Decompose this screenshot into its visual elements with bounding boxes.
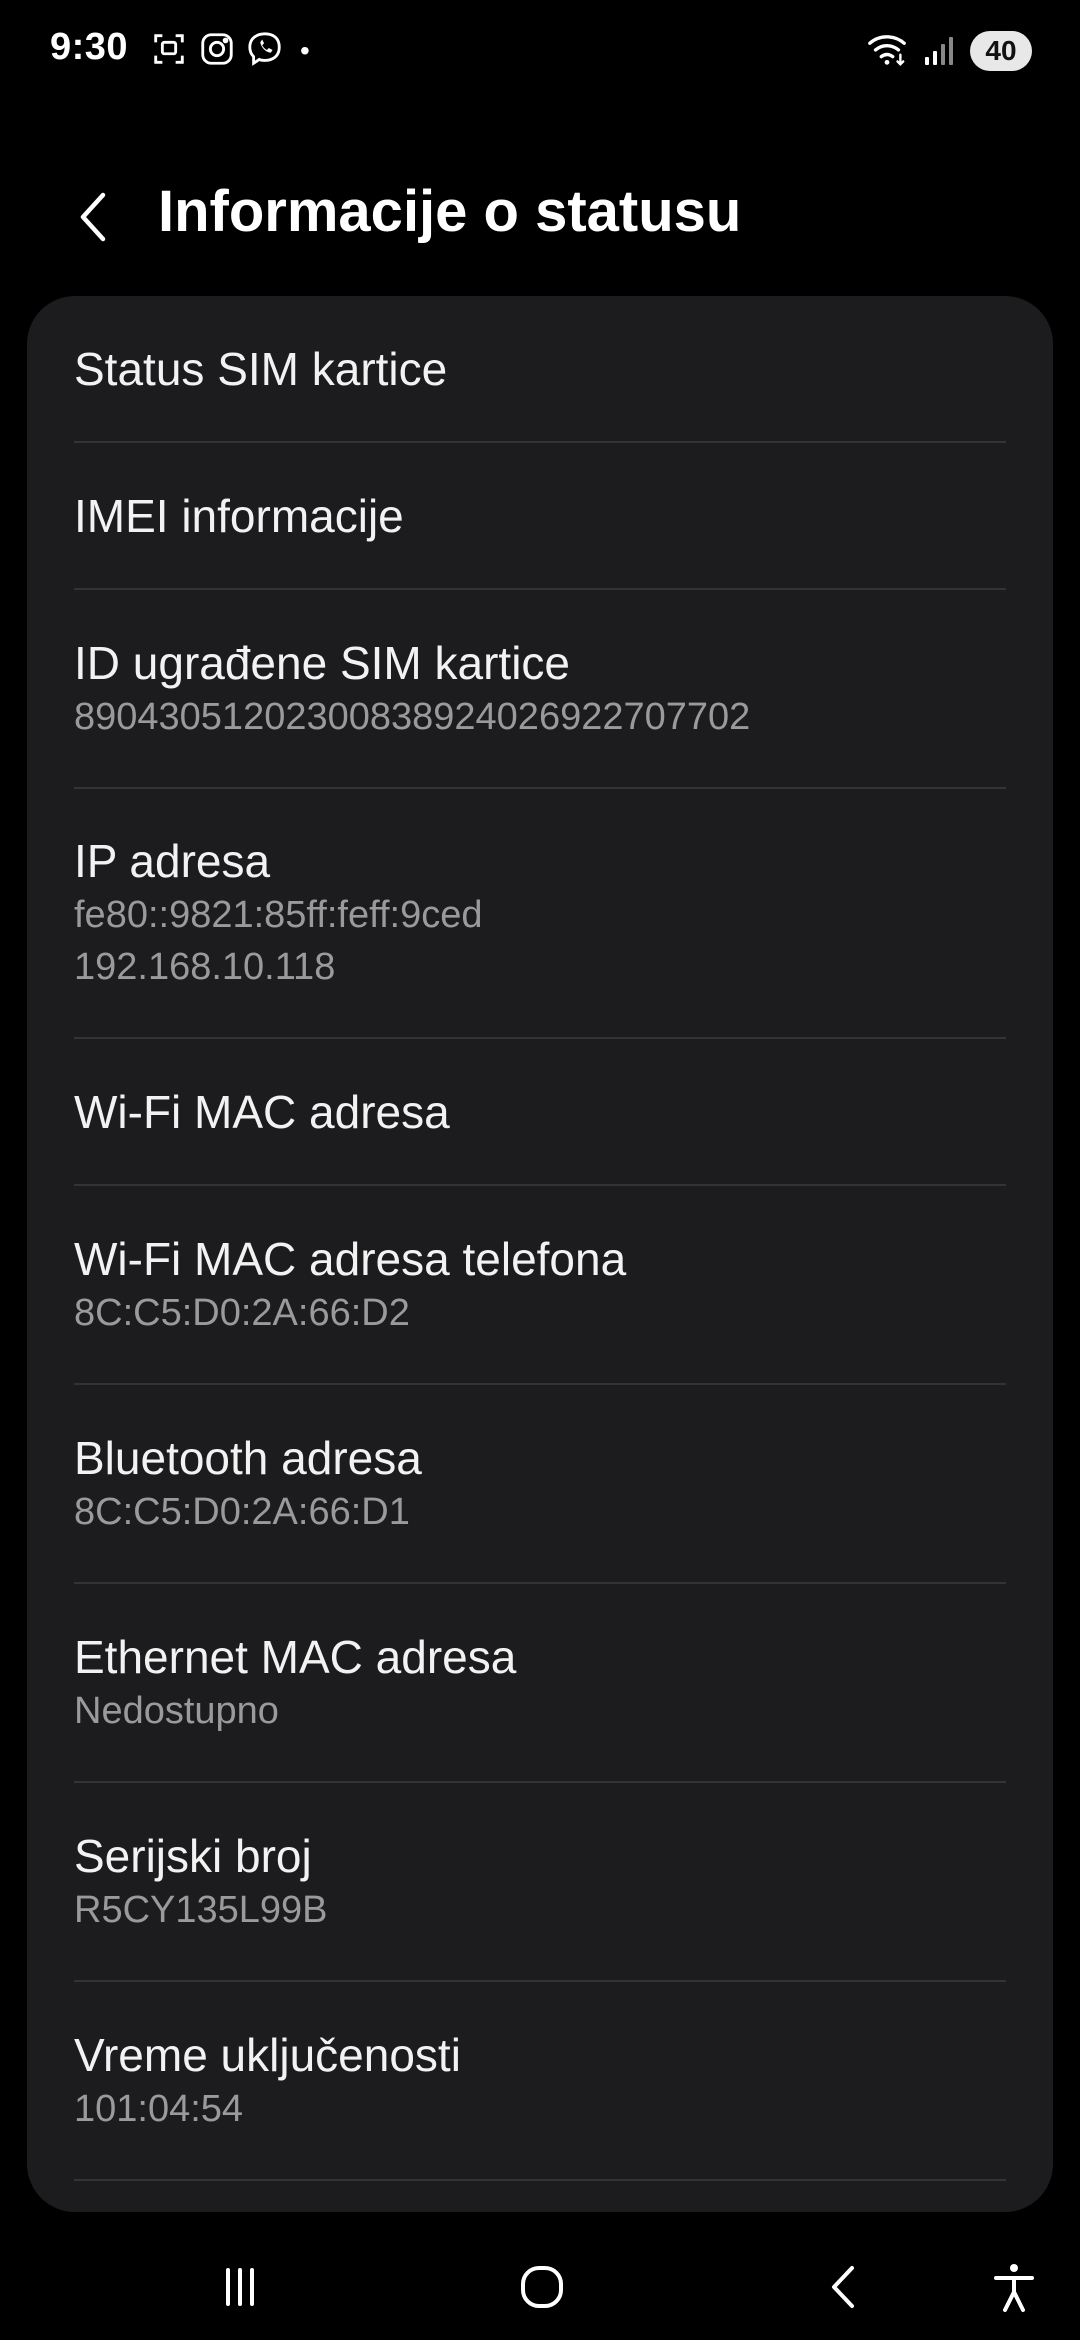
signal-icon xyxy=(918,29,960,74)
navigation-bar xyxy=(0,2230,1080,2340)
instagram-icon xyxy=(198,30,236,73)
item-title: Wi-Fi MAC adresa xyxy=(74,1085,450,1138)
home-icon xyxy=(521,2266,563,2308)
item-title: Ethernet MAC adresa xyxy=(74,1630,517,1683)
item-value: 89043051202300838924026922707702 xyxy=(74,695,751,738)
item-value: fe80::9821:85ff:feff:9ced xyxy=(74,894,483,936)
accessibility-icon xyxy=(994,2264,1034,2312)
item-title: Serijski broj xyxy=(74,1829,312,1882)
list-item-uptime: Vreme uključenosti 101:04:54 xyxy=(27,1982,1053,2181)
chevron-left-icon xyxy=(80,192,106,242)
system-icons: 40 xyxy=(866,30,1032,72)
recent-apps-icon xyxy=(226,2268,254,2306)
status-bar: 9:30 • 40 xyxy=(0,0,1080,100)
item-value: 8C:C5:D0:2A:66:D2 xyxy=(74,1291,410,1334)
header: Informacije o statusu xyxy=(0,160,1080,270)
accessibility-button[interactable] xyxy=(974,2252,1054,2322)
item-value: R5CY135L99B xyxy=(74,1888,328,1931)
item-title: Bluetooth adresa xyxy=(74,1431,422,1484)
wifi-icon xyxy=(866,29,908,74)
list-item-serial-number: Serijski broj R5CY135L99B xyxy=(27,1783,1053,1982)
list-item-wifi-mac[interactable]: Wi-Fi MAC adresa xyxy=(27,1039,1053,1186)
list-item-esim-id: ID ugrađene SIM kartice 8904305120230083… xyxy=(27,590,1053,789)
back-icon xyxy=(832,2266,854,2308)
item-title: IP adresa xyxy=(74,835,271,887)
item-title: Status SIM kartice xyxy=(74,342,448,395)
screenshot-icon xyxy=(150,30,188,73)
status-info-list: Status SIM kartice IMEI informacije ID u… xyxy=(27,296,1053,2212)
page-title: Informacije o statusu xyxy=(158,179,742,244)
more-notifications-dot: • xyxy=(300,35,310,66)
list-item-bluetooth-address: Bluetooth adresa 8C:C5:D0:2A:66:D1 xyxy=(27,1385,1053,1584)
list-item-ip-address: IP adresa fe80::9821:85ff:feff:9ced 192.… xyxy=(27,789,1053,1039)
notification-icons: • xyxy=(150,30,310,72)
item-title: IMEI informacije xyxy=(74,489,404,542)
list-item-imei[interactable]: IMEI informacije xyxy=(27,443,1053,590)
list-item-sim-status[interactable]: Status SIM kartice xyxy=(27,296,1053,443)
item-value: Nedostupno xyxy=(74,1689,279,1732)
recent-apps-button[interactable] xyxy=(200,2252,280,2322)
item-title: Wi-Fi MAC adresa telefona xyxy=(74,1232,627,1285)
battery-indicator: 40 xyxy=(970,31,1032,71)
viber-icon xyxy=(246,30,284,73)
back-button[interactable] xyxy=(58,182,128,252)
item-title: ID ugrađene SIM kartice xyxy=(74,636,571,689)
item-value: 101:04:54 xyxy=(74,2087,244,2130)
nav-back-button[interactable] xyxy=(804,2252,884,2322)
item-value: 8C:C5:D0:2A:66:D1 xyxy=(74,1490,410,1533)
status-time: 9:30 xyxy=(50,26,129,68)
list-item-ethernet-mac: Ethernet MAC adresa Nedostupno xyxy=(27,1584,1053,1783)
list-item-phone-wifi-mac: Wi-Fi MAC adresa telefona 8C:C5:D0:2A:66… xyxy=(27,1186,1053,1385)
item-value: 192.168.10.118 xyxy=(74,946,336,988)
item-title: Vreme uključenosti xyxy=(74,2028,461,2081)
home-button[interactable] xyxy=(502,2252,582,2322)
